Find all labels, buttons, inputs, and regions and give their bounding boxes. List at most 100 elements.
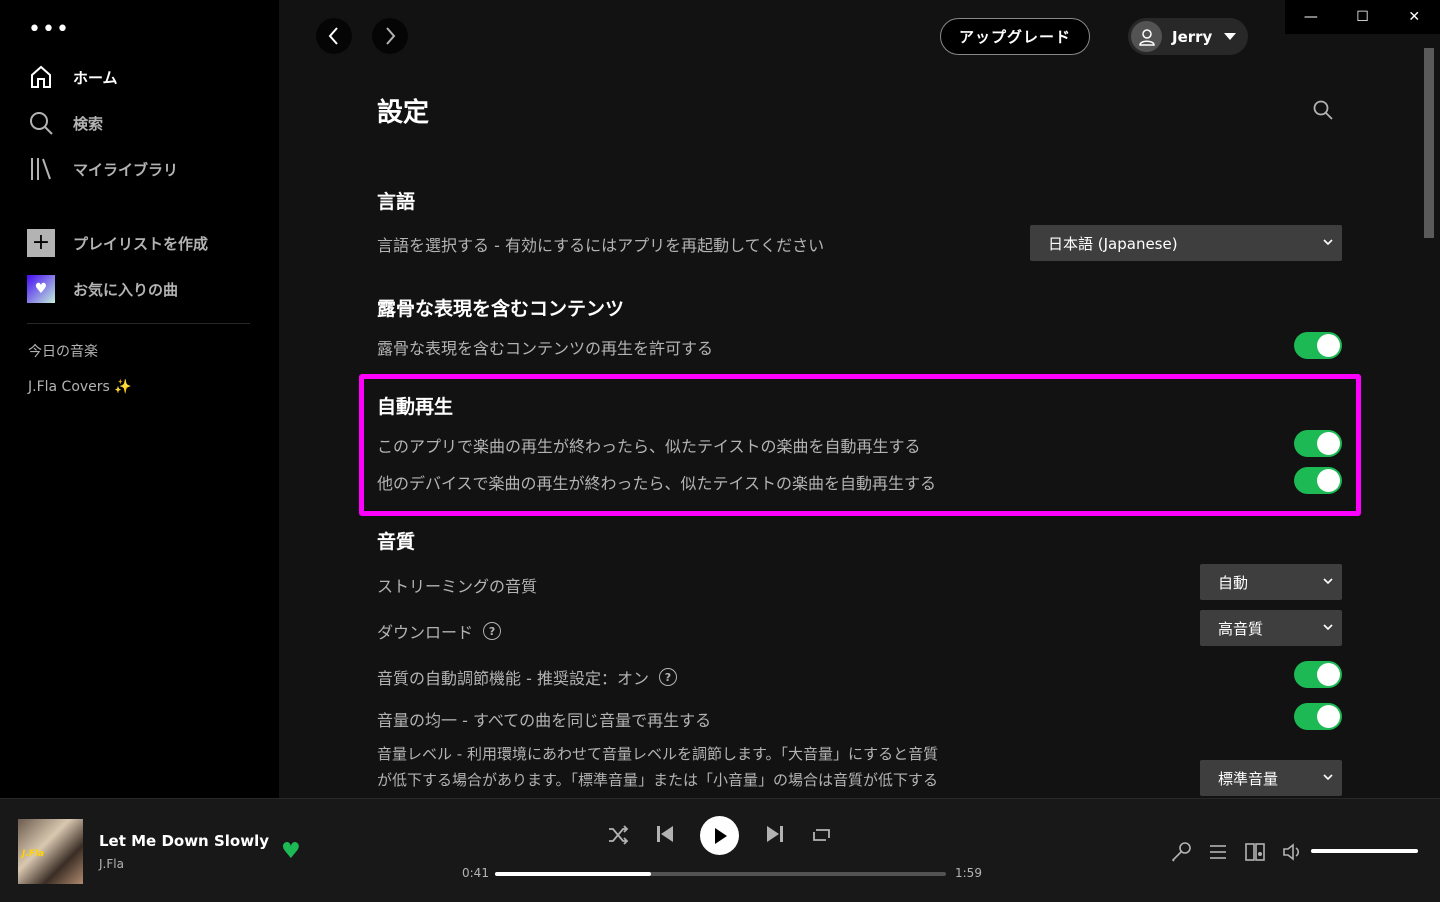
sidebar-item-home[interactable]: ホーム	[27, 62, 118, 92]
close-button[interactable]: ✕	[1388, 0, 1440, 34]
chevron-down-icon	[1323, 774, 1333, 781]
language-select[interactable]: 日本語 (Japanese)	[1030, 225, 1342, 261]
forward-button[interactable]	[372, 18, 408, 54]
lyrics-button[interactable]	[1170, 841, 1192, 867]
search-icon	[27, 109, 55, 137]
create-playlist-button[interactable]: + プレイリストを作成	[27, 228, 208, 258]
auto-adjust-row: 音質の自動調節機能 - 推奨設定：オン ?	[377, 665, 677, 689]
sidebar-item-library[interactable]: マイライブラリ	[27, 154, 178, 184]
volume-level-description: 音量レベル - 利用環境にあわせて音量レベルを調節します。「大音量」にすると音質…	[377, 741, 1017, 793]
sidebar-item-search[interactable]: 検索	[27, 108, 103, 138]
section-heading-quality: 音質	[377, 531, 416, 553]
devices-icon	[1245, 843, 1265, 861]
repeat-icon	[813, 829, 830, 841]
upgrade-button[interactable]: アップグレード	[940, 18, 1090, 55]
language-value: 日本語 (Japanese)	[1048, 234, 1178, 253]
back-button[interactable]	[316, 18, 352, 54]
chevron-right-icon	[386, 27, 396, 45]
section-heading-explicit: 露骨な表現を含むコンテンツ	[377, 298, 625, 320]
streaming-quality-label: ストリーミングの音質	[377, 577, 538, 596]
playlist-item[interactable]: J.Fla Covers ✨	[28, 379, 132, 395]
menu-dots-button[interactable]: •••	[28, 19, 70, 41]
autoplay-other-devices-label: 他のデバイスで楽曲の再生が終わったら、似たテイストの楽曲を自動再生する	[377, 474, 937, 493]
download-quality-select[interactable]: 高音質	[1200, 610, 1342, 646]
queue-button[interactable]	[1207, 841, 1229, 867]
repeat-button[interactable]	[810, 823, 834, 847]
skip-forward-icon	[767, 826, 783, 842]
progress-bar[interactable]	[495, 872, 946, 876]
download-quality-row: ダウンロード ?	[377, 619, 502, 643]
album-cover[interactable]: J.Fla	[18, 819, 83, 884]
auto-adjust-label: 音質の自動調節機能 - 推奨設定：オン	[377, 669, 649, 688]
shuffle-button[interactable]	[606, 823, 630, 847]
explicit-label: 露骨な表現を含むコンテンツの再生を許可する	[377, 339, 714, 358]
volume-fill	[1311, 849, 1418, 853]
scrollbar[interactable]	[1424, 48, 1434, 238]
track-artist[interactable]: J.Fla	[99, 857, 124, 871]
next-button[interactable]	[764, 823, 786, 845]
page-title: 設定	[377, 98, 430, 128]
previous-button[interactable]	[654, 823, 676, 845]
section-heading-autoplay: 自動再生	[377, 396, 454, 418]
mute-button[interactable]	[1281, 841, 1303, 867]
download-quality-label: ダウンロード	[377, 623, 474, 642]
normalize-volume-label: 音量の均一 - すべての曲を同じ音量で再生する	[377, 711, 712, 730]
chevron-down-icon	[1323, 239, 1333, 246]
download-quality-value: 高音質	[1218, 619, 1264, 638]
sidebar-divider	[27, 323, 250, 324]
help-icon[interactable]: ?	[483, 622, 502, 640]
volume-level-value: 標準音量	[1218, 769, 1279, 788]
chevron-left-icon	[328, 27, 338, 45]
section-heading-language: 言語	[377, 191, 416, 213]
help-icon[interactable]: ?	[658, 668, 677, 686]
search-icon	[1313, 100, 1333, 120]
volume-level-line: が低下する場合があります。「標準音量」または「小音量」の場合は音質が低下する	[377, 771, 939, 789]
caret-down-icon	[1224, 32, 1237, 40]
heart-icon[interactable]: ♥	[281, 839, 301, 864]
track-title[interactable]: Let Me Down Slowly	[99, 832, 269, 850]
album-cover-text: J.Fla	[22, 849, 45, 859]
auto-adjust-toggle[interactable]	[1294, 661, 1342, 688]
liked-songs-button[interactable]: ♥ お気に入りの曲	[27, 274, 178, 304]
playlist-item[interactable]: 今日の音楽	[28, 341, 98, 361]
explicit-toggle[interactable]	[1294, 332, 1342, 359]
streaming-quality-select[interactable]: 自動	[1200, 564, 1342, 600]
progress-fill	[495, 872, 651, 876]
chevron-down-icon	[1323, 624, 1333, 631]
sidebar-item-label: お気に入りの曲	[73, 280, 179, 299]
avatar	[1131, 21, 1162, 52]
shuffle-icon	[609, 825, 629, 845]
queue-icon	[1210, 845, 1226, 859]
streaming-quality-value: 自動	[1218, 573, 1249, 592]
user-menu-button[interactable]: Jerry	[1128, 18, 1248, 55]
normalize-volume-toggle[interactable]	[1294, 703, 1342, 730]
autoplay-other-devices-toggle[interactable]	[1294, 467, 1342, 494]
devices-button[interactable]	[1244, 841, 1266, 867]
duration-time: 1:59	[955, 866, 982, 880]
volume-level-select[interactable]: 標準音量	[1200, 760, 1342, 796]
volume-slider[interactable]	[1311, 849, 1418, 853]
elapsed-time: 0:41	[462, 866, 489, 880]
user-name: Jerry	[1172, 27, 1213, 46]
sidebar-item-label: 検索	[73, 114, 104, 133]
autoplay-this-app-toggle[interactable]	[1294, 430, 1342, 457]
sidebar-item-label: マイライブラリ	[73, 160, 179, 179]
play-button[interactable]	[700, 816, 739, 855]
play-icon	[714, 827, 727, 844]
autoplay-this-app-label: このアプリで楽曲の再生が終わったら、似たテイストの楽曲を自動再生する	[377, 437, 921, 456]
sidebar-item-label: ホーム	[73, 68, 118, 87]
minimize-button[interactable]: —	[1285, 0, 1337, 34]
now-playing-bar: J.Fla Let Me Down Slowly J.Fla ♥ 0:41 1:…	[0, 798, 1440, 902]
library-icon	[27, 155, 55, 183]
maximize-button[interactable]: ☐	[1337, 0, 1389, 34]
user-icon	[1138, 28, 1155, 46]
sidebar-item-label: プレイリストを作成	[73, 234, 209, 253]
main-content: アップグレード Jerry — ☐ ✕ 設定 言語 言語を選択する - 有効にす…	[279, 0, 1440, 798]
sidebar: ••• ホーム 検索 マイライブラリ + プレイリストを作成 ♥ お気に入りの曲…	[0, 0, 279, 798]
heart-icon: ♥	[27, 275, 55, 303]
volume-level-line: 音量レベル - 利用環境にあわせて音量レベルを調節します。「大音量」にすると音質	[377, 745, 939, 763]
volume-icon	[1283, 843, 1300, 861]
settings-search-button[interactable]	[1313, 100, 1333, 124]
home-icon	[27, 63, 55, 91]
language-label: 言語を選択する - 有効にするにはアプリを再起動してください	[377, 236, 825, 255]
